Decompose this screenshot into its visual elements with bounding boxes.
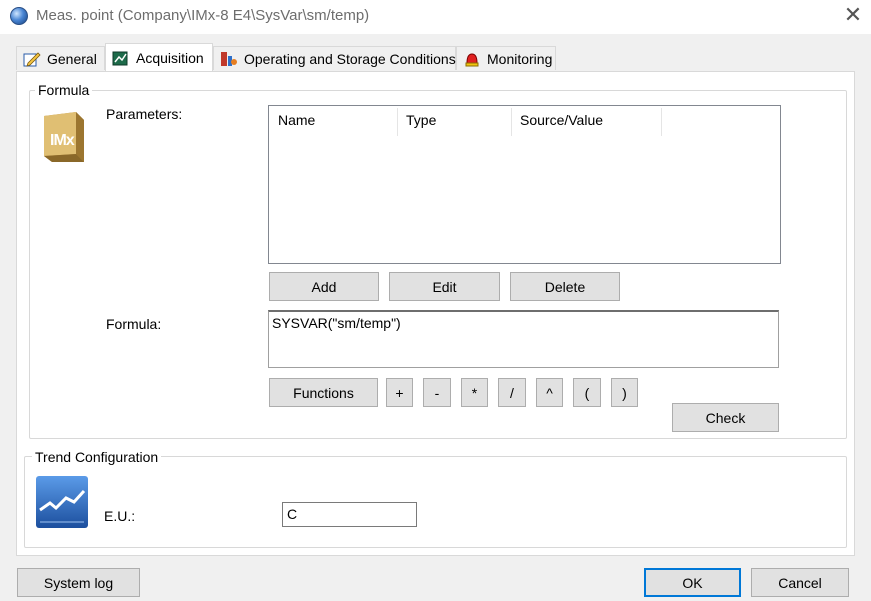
eu-label: E.U.: <box>104 508 136 524</box>
column-header-name[interactable]: Name <box>278 112 315 128</box>
formula-label: Formula: <box>106 316 162 332</box>
tab-label: General <box>47 50 97 67</box>
operator-divide-button[interactable]: / <box>498 378 526 407</box>
app-globe-icon <box>10 7 28 25</box>
edit-icon <box>23 51 41 67</box>
check-button[interactable]: Check <box>672 403 779 432</box>
operator-open-paren-button[interactable]: ( <box>573 378 601 407</box>
conditions-icon <box>220 51 238 67</box>
add-button[interactable]: Add <box>269 272 379 301</box>
tab-label: Monitoring <box>487 50 553 67</box>
operator-power-button[interactable]: ^ <box>536 378 563 407</box>
tab-monitoring[interactable]: Monitoring <box>456 46 556 70</box>
parameters-list[interactable]: Name Type Source/Value <box>268 105 781 264</box>
alarm-icon <box>463 51 481 67</box>
tab-label: Operating and Storage Conditions <box>244 50 456 67</box>
eu-input[interactable]: C <box>282 502 417 527</box>
formula-group-legend: Formula <box>35 82 93 98</box>
formula-input[interactable]: SYSVAR("sm/temp") <box>268 310 779 368</box>
cancel-button[interactable]: Cancel <box>751 568 849 597</box>
operator-close-paren-button[interactable]: ) <box>611 378 638 407</box>
operator-multiply-button[interactable]: * <box>461 378 488 407</box>
title-bar: Meas. point (Company\IMx-8 E4\SysVar\sm/… <box>0 0 871 34</box>
close-icon[interactable]: ✕ <box>840 2 866 28</box>
ok-button[interactable]: OK <box>644 568 741 597</box>
delete-button[interactable]: Delete <box>510 272 620 301</box>
tab-acquisition[interactable]: Acquisition <box>105 43 213 71</box>
parameters-label: Parameters: <box>106 106 183 122</box>
tab-operating-storage[interactable]: Operating and Storage Conditions <box>213 46 456 70</box>
tab-label: Acquisition <box>136 49 204 66</box>
acquisition-icon <box>112 50 130 66</box>
imx-logo: IMx <box>40 110 86 164</box>
operator-plus-button[interactable]: + <box>386 378 413 407</box>
column-header-source-value[interactable]: Source/Value <box>520 112 603 128</box>
system-log-button[interactable]: System log <box>17 568 140 597</box>
functions-button[interactable]: Functions <box>269 378 378 407</box>
column-header-type[interactable]: Type <box>406 112 436 128</box>
window-title: Meas. point (Company\IMx-8 E4\SysVar\sm/… <box>36 7 370 24</box>
tab-general[interactable]: General <box>16 46 105 70</box>
trend-configuration-group <box>24 456 847 548</box>
operator-minus-button[interactable]: - <box>423 378 451 407</box>
trend-icon <box>36 476 88 528</box>
trend-configuration-legend: Trend Configuration <box>32 449 162 465</box>
imx-logo-text: IMx <box>50 132 75 149</box>
edit-button[interactable]: Edit <box>389 272 500 301</box>
